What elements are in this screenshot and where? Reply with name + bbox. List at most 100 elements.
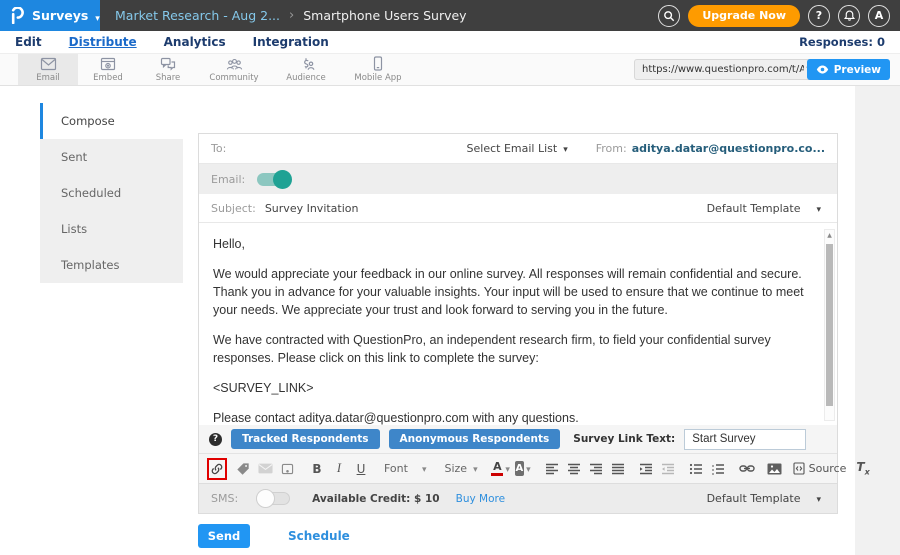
survey-url-input[interactable]	[635, 64, 806, 75]
sidebar-item-templates[interactable]: Templates	[40, 247, 183, 283]
numbered-list-button[interactable]	[708, 458, 728, 480]
email-template-label: Default Template	[707, 202, 801, 215]
from-email-value[interactable]: aditya.datar@questionpro.co...	[632, 142, 825, 155]
compose-panel: To: Select Email List From: aditya.datar…	[198, 133, 838, 514]
source-document-icon	[793, 462, 805, 475]
buy-more-link[interactable]: Buy More	[456, 493, 505, 505]
sms-row: SMS: Available Credit: $ 10 Buy More Def…	[199, 483, 837, 513]
channel-share-label: Share	[156, 73, 181, 83]
font-size-dropdown[interactable]: Size	[439, 458, 482, 480]
channel-mobile-app[interactable]: Mobile App	[342, 54, 414, 85]
align-right-button[interactable]	[586, 458, 606, 480]
sidebar-item-compose[interactable]: Compose	[40, 103, 183, 139]
insert-image-button[interactable]	[765, 458, 785, 480]
align-right-icon	[589, 463, 603, 475]
italic-button[interactable]: I	[329, 458, 349, 480]
indent-button[interactable]	[636, 458, 656, 480]
insert-survey-link-button[interactable]	[207, 458, 227, 480]
send-button[interactable]: Send	[198, 524, 250, 548]
channel-embed-label: Embed	[93, 73, 123, 83]
align-center-icon	[567, 463, 581, 475]
from-label: From:	[596, 142, 627, 155]
sms-template-dropdown[interactable]: Default Template	[707, 492, 821, 505]
channel-audience[interactable]: Audience	[270, 54, 342, 85]
outdent-button[interactable]	[658, 458, 678, 480]
insert-button-button[interactable]	[277, 458, 297, 480]
tab-distribute[interactable]: Distribute	[69, 35, 137, 49]
align-center-button[interactable]	[564, 458, 584, 480]
upgrade-now-button[interactable]: Upgrade Now	[688, 5, 800, 27]
email-toggle[interactable]	[257, 173, 291, 186]
source-label: Source	[809, 462, 847, 475]
mobile-app-icon	[372, 56, 384, 71]
survey-link-text-input[interactable]	[684, 429, 806, 450]
preview-button[interactable]: Preview	[807, 59, 890, 80]
sidebar-item-lists[interactable]: Lists	[40, 211, 183, 247]
bold-button[interactable]: B	[307, 458, 327, 480]
sidebar-item-sent[interactable]: Sent	[40, 139, 183, 175]
clear-formatting-button[interactable]: Tx	[856, 460, 869, 476]
bullet-list-button[interactable]	[686, 458, 706, 480]
channel-share[interactable]: Share	[138, 54, 198, 85]
sms-toggle[interactable]	[256, 492, 290, 505]
email-label: Email:	[211, 173, 245, 186]
scrollbar-up-arrow-icon[interactable]: ▲	[825, 230, 834, 241]
to-row: To: Select Email List From: aditya.datar…	[199, 134, 837, 164]
align-left-icon	[545, 463, 559, 475]
notifications-button[interactable]	[838, 5, 860, 27]
scrollbar-thumb[interactable]	[826, 244, 833, 406]
tab-edit[interactable]: Edit	[15, 35, 42, 49]
eye-icon	[816, 65, 829, 74]
insert-tag-button[interactable]	[233, 458, 253, 480]
anonymous-respondents-button[interactable]: Anonymous Respondents	[389, 429, 561, 449]
distribute-channel-bar: Email Embed Share Community	[0, 54, 900, 86]
align-left-button[interactable]	[542, 458, 562, 480]
button-widget-icon	[281, 463, 294, 475]
text-color-caret-icon	[505, 461, 510, 476]
community-icon	[226, 57, 243, 71]
breadcrumb-project[interactable]: Market Research - Aug 2...	[115, 8, 280, 23]
avatar[interactable]: A	[868, 5, 890, 27]
tracked-respondents-button[interactable]: Tracked Respondents	[231, 429, 380, 449]
sidebar-item-scheduled[interactable]: Scheduled	[40, 175, 183, 211]
sms-available-credit: Available Credit: $ 10	[312, 493, 439, 505]
font-family-dropdown[interactable]: Font	[379, 458, 431, 480]
email-template-dropdown[interactable]: Default Template	[707, 202, 821, 215]
embed-icon	[100, 57, 116, 71]
font-family-caret-icon	[422, 462, 427, 475]
align-justify-button[interactable]	[608, 458, 628, 480]
text-color-button[interactable]: A	[491, 458, 511, 480]
background-color-icon: A	[515, 461, 524, 476]
editor-toolbar: B I U Font Size A A	[199, 453, 837, 483]
questionpro-logo-icon	[10, 7, 25, 24]
channel-community[interactable]: Community	[198, 54, 270, 85]
help-question-icon: ?	[213, 434, 218, 444]
subject-value[interactable]: Survey Invitation	[265, 202, 359, 215]
unsubscribe-email-button[interactable]	[255, 458, 275, 480]
tab-analytics[interactable]: Analytics	[164, 35, 226, 49]
avatar-initial: A	[875, 9, 884, 22]
outdent-icon	[661, 463, 675, 475]
sms-toggle-knob	[256, 489, 275, 508]
search-button[interactable]	[658, 5, 680, 27]
background-color-button[interactable]: A	[513, 458, 533, 480]
body-scrollbar[interactable]: ▲	[824, 229, 835, 421]
bell-icon	[843, 9, 856, 22]
sms-template-label: Default Template	[707, 492, 801, 505]
source-button[interactable]: Source	[793, 462, 847, 475]
schedule-link[interactable]: Schedule	[288, 529, 350, 543]
link-help-button[interactable]: ?	[209, 433, 222, 446]
email-body-editor[interactable]: Hello, We would appreciate your feedback…	[199, 223, 823, 425]
image-icon	[767, 463, 782, 475]
channel-email-label: Email	[36, 73, 60, 83]
select-email-list-dropdown[interactable]: Select Email List	[467, 142, 568, 155]
background-color-caret-icon	[526, 461, 531, 476]
tab-integration[interactable]: Integration	[253, 35, 329, 49]
channel-email[interactable]: Email	[18, 54, 78, 85]
insert-link-button[interactable]	[737, 458, 757, 480]
product-menu[interactable]: Surveys	[0, 0, 100, 31]
channel-embed[interactable]: Embed	[78, 54, 138, 85]
underline-button[interactable]: U	[351, 458, 371, 480]
help-button[interactable]: ?	[808, 5, 830, 27]
email-template-caret-icon	[816, 202, 821, 215]
